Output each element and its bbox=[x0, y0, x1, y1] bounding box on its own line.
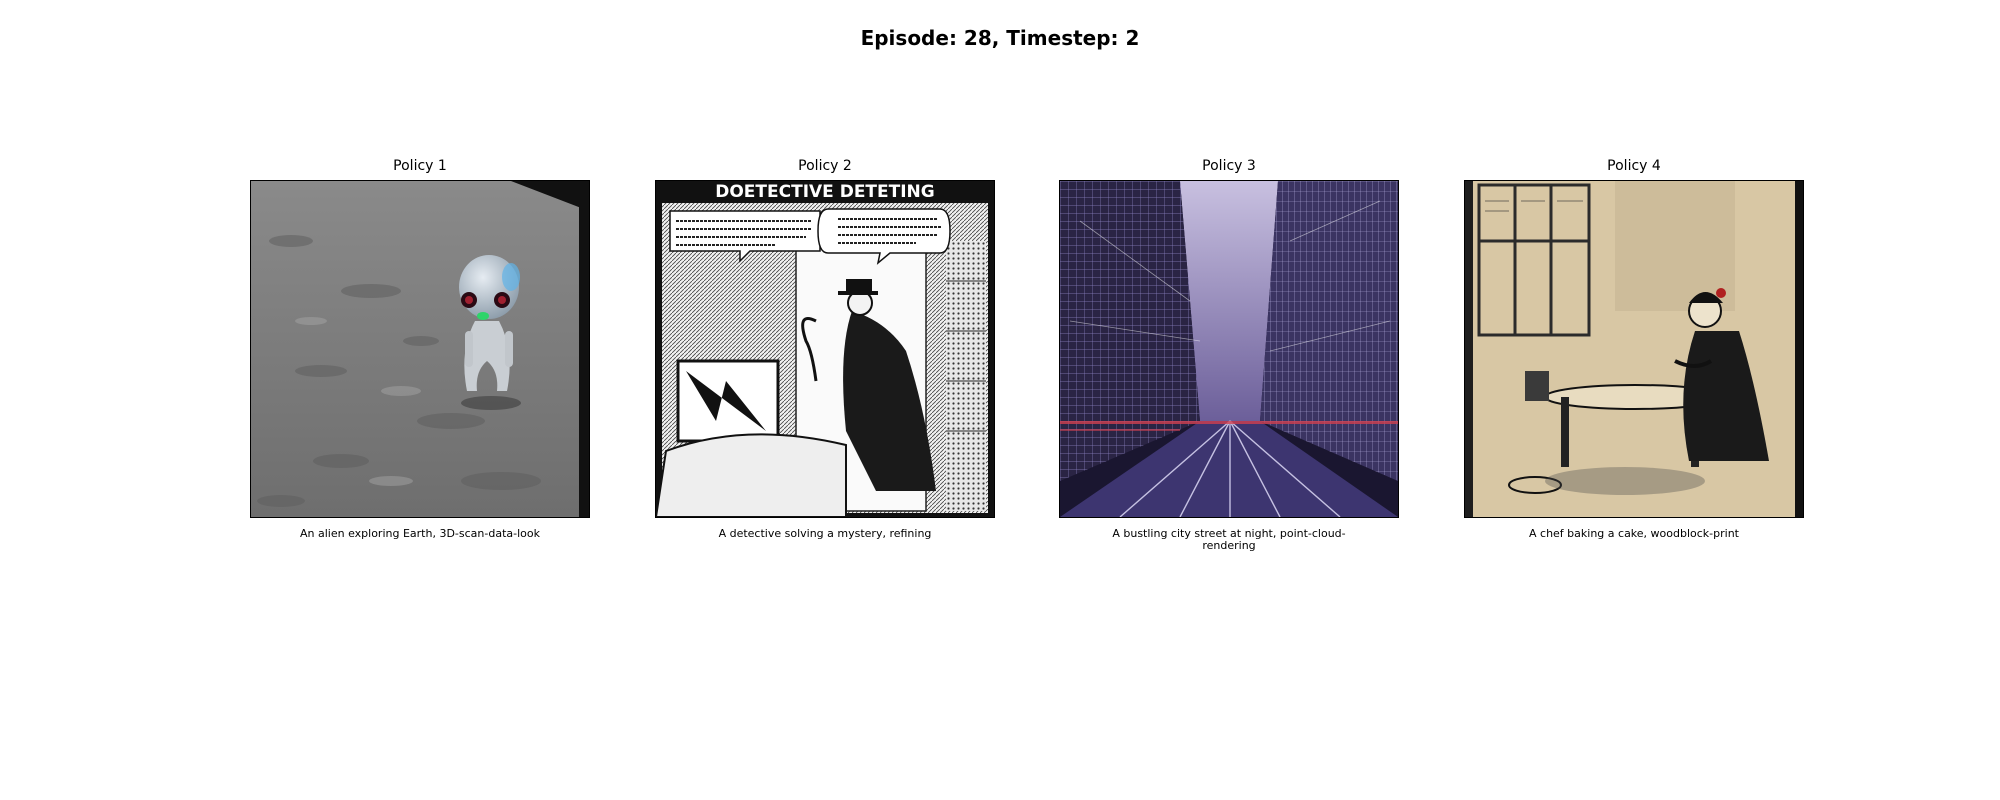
generated-image-1 bbox=[250, 180, 590, 518]
generated-image-4 bbox=[1464, 180, 1804, 518]
panel-title: Policy 3 bbox=[1202, 158, 1256, 174]
generated-image-3 bbox=[1059, 180, 1399, 518]
woodblock-chef-picture bbox=[1465, 181, 1803, 517]
wireframe-city-street-picture bbox=[1060, 181, 1398, 517]
policy-panel-2: Policy 2 DOETECTIVE DETETING A detective… bbox=[655, 156, 995, 540]
panel-title: Policy 1 bbox=[393, 158, 447, 174]
panel-title: Policy 2 bbox=[798, 158, 852, 174]
panel-caption: A detective solving a mystery, refining bbox=[718, 527, 932, 540]
panel-title: Policy 4 bbox=[1607, 158, 1661, 174]
figure-title: Episode: 28, Timestep: 2 bbox=[860, 26, 1140, 50]
panel-caption: A chef baking a cake, woodblock-print bbox=[1529, 527, 1739, 540]
policy-panel-3: Policy 3 A bustling city street at night… bbox=[1059, 156, 1399, 552]
alien-on-terrain-picture bbox=[251, 181, 589, 517]
panel-caption: An alien exploring Earth, 3D-scan-data-l… bbox=[300, 527, 540, 540]
policy-panel-4: Policy 4 A chef baking a cake, woodblock… bbox=[1464, 156, 1804, 540]
panel-caption: A bustling city street at night, point-c… bbox=[1112, 527, 1346, 552]
generated-image-2: DOETECTIVE DETETING bbox=[655, 180, 995, 518]
comic-banner: DOETECTIVE DETETING bbox=[715, 182, 935, 202]
detective-comic-picture: DOETECTIVE DETETING bbox=[656, 181, 994, 517]
policy-panel-1: Policy 1 An alien exploring Earth, 3D-sc… bbox=[250, 156, 590, 540]
